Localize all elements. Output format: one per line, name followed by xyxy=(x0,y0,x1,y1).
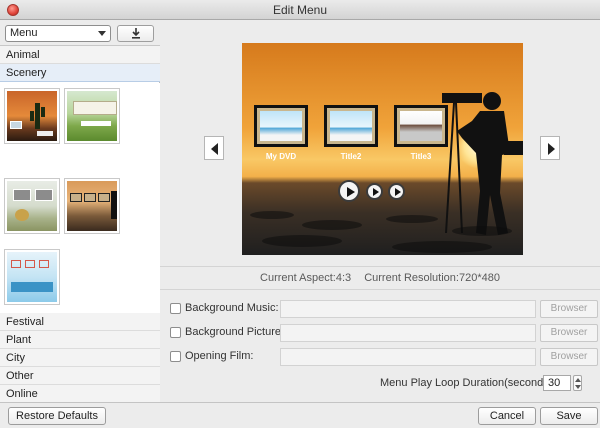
save-button[interactable]: Save xyxy=(540,407,598,425)
window-title: Edit Menu xyxy=(272,3,328,17)
category-animal[interactable]: Animal xyxy=(0,46,160,64)
menu-editor: My DVD Title2 Title3 Current Aspect:4:3 … xyxy=(160,20,600,402)
category-label: Scenery xyxy=(6,67,47,79)
background-picture-label: Background Picture: xyxy=(185,326,285,338)
background-picture-row: Background Picture: Browser xyxy=(170,324,600,342)
category-label: City xyxy=(6,352,25,364)
category-label: Other xyxy=(6,370,34,382)
opening-film-browse-button[interactable]: Browser xyxy=(540,348,598,366)
category-label: Plant xyxy=(6,334,32,346)
background-picture-checkbox[interactable] xyxy=(170,327,181,338)
menu-type-value: Menu xyxy=(10,27,38,39)
template-thumbnail[interactable] xyxy=(64,178,120,234)
loop-duration-stepper[interactable] xyxy=(573,375,582,391)
next-template-button[interactable] xyxy=(540,136,560,160)
template-thumbnail-grid xyxy=(0,83,160,313)
category-other[interactable]: Other xyxy=(0,367,160,385)
previous-template-button[interactable] xyxy=(204,136,224,160)
background-music-path xyxy=(280,300,536,318)
stepper-down-icon[interactable] xyxy=(575,385,581,389)
chevron-left-icon xyxy=(211,143,218,155)
menu-type-select[interactable]: Menu xyxy=(5,25,111,42)
category-label: Animal xyxy=(6,49,40,61)
cancel-button[interactable]: Cancel xyxy=(478,407,536,425)
background-music-row: Background Music: Browser xyxy=(170,300,600,318)
background-music-browse-button[interactable]: Browser xyxy=(540,300,598,318)
current-resolution: Current Resolution:720*480 xyxy=(364,272,500,284)
loop-duration-label: Menu Play Loop Duration(seconds): xyxy=(380,377,556,389)
background-music-label: Background Music: xyxy=(185,302,279,314)
stepper-up-icon[interactable] xyxy=(575,378,581,382)
restore-defaults-button[interactable]: Restore Defaults xyxy=(8,407,106,425)
loop-duration-input[interactable]: 30 xyxy=(543,375,571,391)
preview-area: My DVD Title2 Title3 xyxy=(160,20,600,266)
opening-film-checkbox[interactable] xyxy=(170,351,181,362)
water-reflection xyxy=(250,211,512,253)
background-music-checkbox[interactable] xyxy=(170,303,181,314)
title-label: Title2 xyxy=(340,152,362,161)
template-thumbnail[interactable] xyxy=(4,178,60,234)
category-plant[interactable]: Plant xyxy=(0,331,160,349)
title-frame[interactable] xyxy=(254,105,308,147)
download-button[interactable] xyxy=(117,25,154,42)
opening-film-label: Opening Film: xyxy=(185,350,254,362)
template-thumbnail[interactable] xyxy=(4,249,60,305)
background-picture-browse-button[interactable]: Browser xyxy=(540,324,598,342)
opening-film-path xyxy=(280,348,536,366)
background-picture-path xyxy=(280,324,536,342)
chevron-down-icon xyxy=(98,31,106,36)
download-icon xyxy=(131,28,140,39)
sidebar-toolbar: Menu xyxy=(0,20,160,46)
category-festival[interactable]: Festival xyxy=(0,313,160,331)
aspect-info: Current Aspect:4:3 Current Resolution:72… xyxy=(160,266,600,290)
template-thumbnail[interactable] xyxy=(64,88,120,144)
title-label: My DVD xyxy=(265,152,297,161)
category-online[interactable]: Online xyxy=(0,385,160,403)
menu-preview: My DVD Title2 Title3 xyxy=(242,43,523,255)
bottom-bar: Restore Defaults Cancel Save xyxy=(0,402,600,428)
category-label: Online xyxy=(6,388,38,400)
category-city[interactable]: City xyxy=(0,349,160,367)
category-label: Festival xyxy=(6,316,44,328)
category-scenery[interactable]: Scenery xyxy=(0,64,160,82)
title-frame[interactable] xyxy=(324,105,378,147)
opening-film-row: Opening Film: Browser xyxy=(170,348,600,366)
chevron-right-icon xyxy=(548,143,555,155)
title-bar: Edit Menu xyxy=(0,0,600,20)
close-window-button[interactable] xyxy=(7,4,19,16)
template-thumbnail[interactable] xyxy=(4,88,60,144)
current-aspect: Current Aspect:4:3 xyxy=(260,272,352,284)
template-sidebar: Menu Animal Scenery Festival Plant City … xyxy=(0,20,160,403)
